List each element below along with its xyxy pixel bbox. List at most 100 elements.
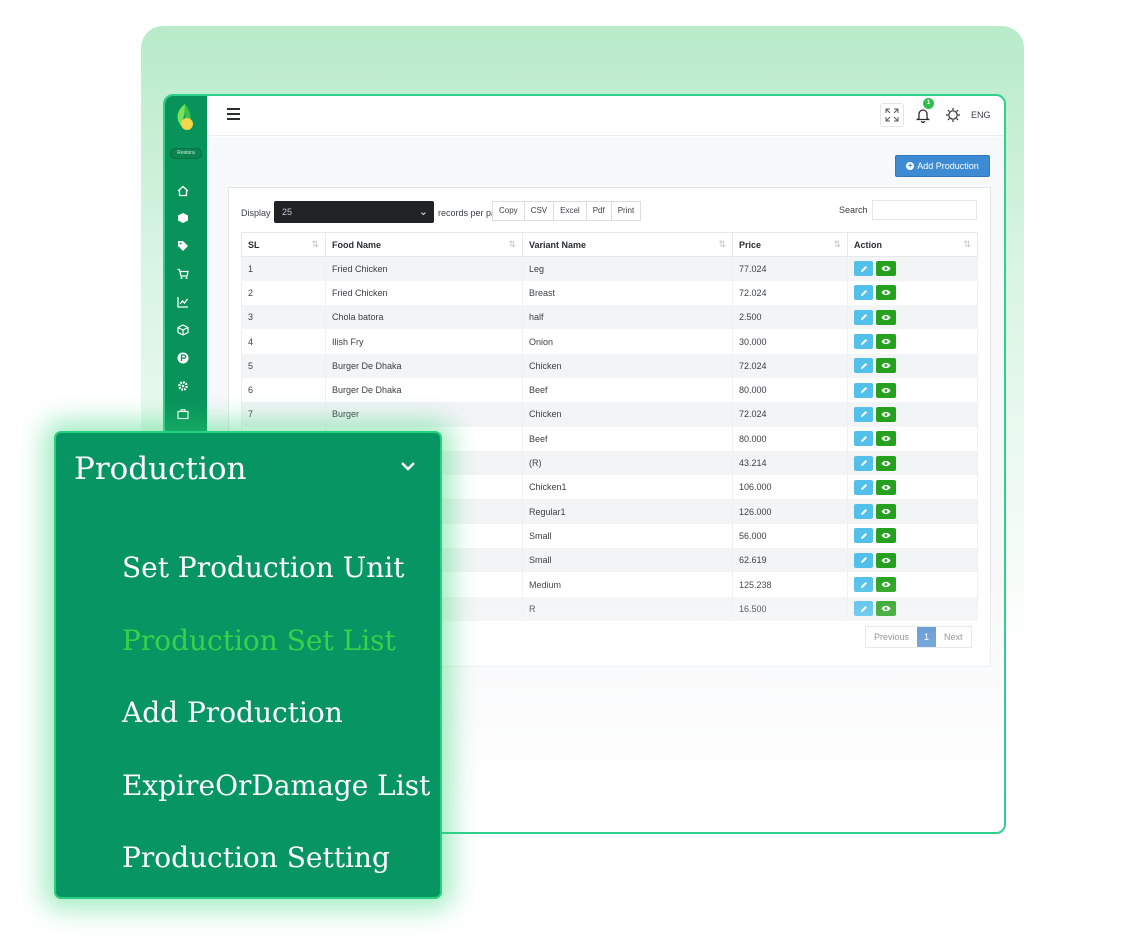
view-button[interactable]: [876, 382, 896, 398]
view-button[interactable]: [876, 552, 896, 568]
pencil-icon: [860, 362, 867, 369]
eye-icon: [881, 557, 891, 563]
edit-button[interactable]: [854, 479, 873, 495]
column-header-variant-name[interactable]: Variant Name ⇅: [522, 232, 733, 257]
menu-toggle-icon[interactable]: [227, 108, 240, 120]
print-button[interactable]: Print: [611, 202, 641, 220]
cell-price: 77.024: [732, 256, 848, 281]
current-page-button[interactable]: 1: [917, 627, 937, 647]
cell-variant-name: Onion: [522, 329, 733, 354]
view-button[interactable]: [876, 406, 896, 422]
pdf-button[interactable]: Pdf: [586, 202, 612, 220]
menu-item-expire-or-damage-list[interactable]: ExpireOrDamage List: [122, 769, 430, 802]
pagination: Previous 1 Next: [865, 626, 972, 648]
edit-button[interactable]: [854, 552, 873, 568]
cart-icon[interactable]: [175, 266, 191, 282]
box-icon[interactable]: [175, 322, 191, 338]
edit-button[interactable]: [854, 528, 873, 544]
menu-title[interactable]: Production: [74, 451, 247, 487]
search-input[interactable]: [872, 200, 977, 220]
view-button[interactable]: [876, 431, 896, 447]
menu-item-add-production[interactable]: Add Production: [122, 696, 343, 729]
page-size-select[interactable]: 25 ⌄: [274, 201, 434, 223]
next-page-button[interactable]: Next: [936, 627, 971, 647]
edit-button[interactable]: [854, 261, 873, 277]
edit-button[interactable]: [854, 406, 873, 422]
edit-button[interactable]: [854, 382, 873, 398]
table-row: 7 Burger Chicken 72.024: [241, 402, 978, 427]
cell-sl: 1: [241, 256, 326, 281]
pencil-icon: [860, 460, 867, 467]
add-production-label: Add Production: [917, 161, 979, 171]
menu-item-production-setting[interactable]: Production Setting: [122, 841, 390, 874]
cell-action: [847, 305, 978, 330]
view-button[interactable]: [876, 334, 896, 350]
edit-button[interactable]: [854, 285, 873, 301]
chart-icon[interactable]: [175, 294, 191, 310]
edit-button[interactable]: [854, 309, 873, 325]
briefcase-icon[interactable]: [175, 406, 191, 422]
csv-button[interactable]: CSV: [524, 202, 555, 220]
view-button[interactable]: [876, 528, 896, 544]
cell-price: 43.214: [732, 450, 848, 476]
cell-action: [847, 596, 978, 621]
cell-action: [847, 572, 978, 597]
pencil-icon: [860, 605, 867, 612]
previous-page-button[interactable]: Previous: [866, 627, 918, 647]
view-button[interactable]: [876, 601, 896, 617]
cell-action: [847, 548, 978, 573]
cell-food-name: Burger De Dhaka: [325, 377, 523, 403]
cell-price: 72.024: [732, 353, 848, 378]
cell-variant-name: R: [522, 596, 733, 621]
column-header-action[interactable]: Action ⇅: [847, 232, 978, 257]
column-header-sl[interactable]: SL ⇅: [241, 232, 326, 257]
fullscreen-icon[interactable]: [880, 103, 904, 127]
records-per-page-label: records per page: [438, 208, 492, 218]
settings-icon[interactable]: [941, 103, 965, 127]
view-button[interactable]: [876, 455, 896, 471]
edit-button[interactable]: [854, 455, 873, 471]
home-icon[interactable]: [175, 183, 191, 199]
cell-variant-name: Chicken: [522, 402, 733, 427]
eye-icon: [881, 266, 891, 272]
cell-sl: 7: [241, 402, 326, 427]
eye-icon: [881, 338, 891, 345]
view-button[interactable]: [876, 358, 896, 374]
pencil-icon: [860, 314, 867, 321]
edit-button[interactable]: [854, 334, 873, 350]
pencil-icon: [860, 289, 867, 296]
view-button[interactable]: [876, 261, 896, 277]
excel-button[interactable]: Excel: [554, 202, 587, 220]
view-button[interactable]: [876, 309, 896, 325]
tags-icon[interactable]: [175, 238, 191, 254]
column-header-price[interactable]: Price ⇅: [732, 232, 848, 257]
chevron-down-icon[interactable]: [399, 459, 417, 473]
edit-button[interactable]: [854, 431, 873, 447]
cube-icon[interactable]: [175, 210, 191, 226]
view-button[interactable]: [876, 479, 896, 495]
table-row: 3 Chola batora half 2.500: [241, 305, 978, 330]
menu-item-production-set-list[interactable]: Production Set List: [122, 624, 396, 657]
column-header-food-name[interactable]: Food Name ⇅: [325, 232, 523, 257]
cell-variant-name: Chicken: [522, 353, 733, 378]
edit-button[interactable]: [854, 577, 873, 592]
copy-button[interactable]: Copy: [493, 202, 525, 220]
pencil-icon: [860, 387, 867, 394]
add-production-button[interactable]: + Add Production: [895, 155, 990, 177]
edit-button[interactable]: [854, 601, 873, 617]
view-button[interactable]: [876, 577, 896, 592]
gear-icon[interactable]: [175, 378, 191, 394]
view-button[interactable]: [876, 285, 896, 301]
table-row: 1 Fried Chicken Leg 77.024: [241, 256, 978, 281]
table-row: 4 Ilish Fry Onion 30.000: [241, 329, 978, 354]
view-button[interactable]: [876, 504, 896, 520]
menu-item-set-production-unit[interactable]: Set Production Unit: [122, 551, 404, 584]
cell-variant-name: Breast: [522, 280, 733, 306]
edit-button[interactable]: [854, 504, 873, 520]
pencil-icon: [860, 411, 867, 418]
edit-button[interactable]: [854, 358, 873, 374]
language-selector[interactable]: ENG: [971, 110, 991, 120]
p-circle-icon[interactable]: [175, 350, 191, 366]
cell-price: 16.500: [732, 596, 848, 621]
cell-variant-name: Leg: [522, 256, 733, 281]
